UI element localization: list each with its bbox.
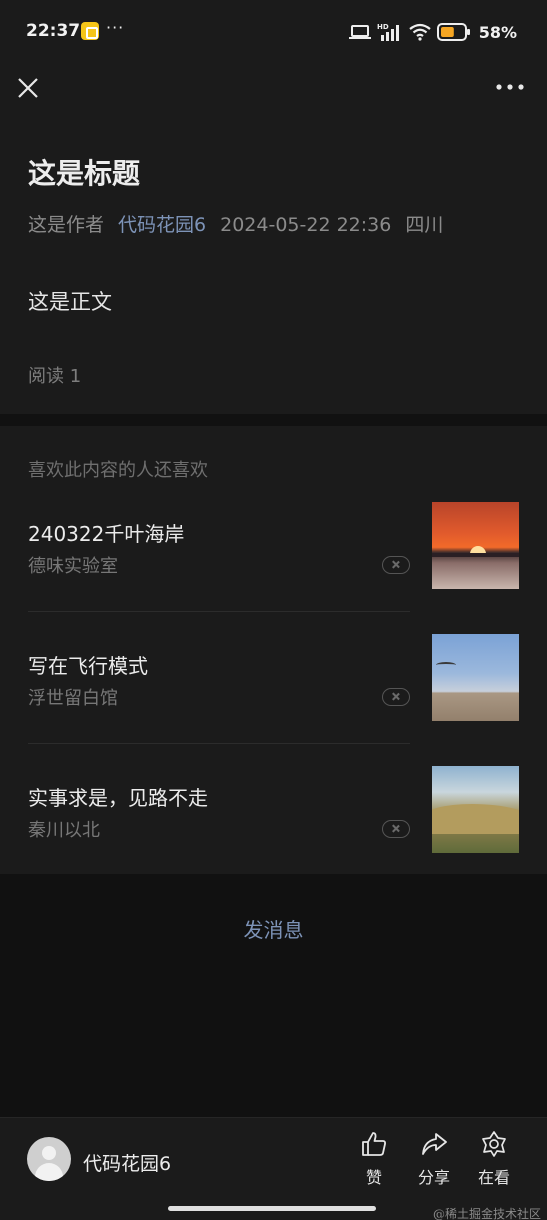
avatar[interactable] [27,1137,71,1181]
bottom-author-name[interactable]: 代码花园6 [83,1149,171,1176]
thumbs-up-icon [362,1132,386,1156]
watermark: @稀土掘金技术社区 [432,1207,541,1220]
svg-text:HD: HD [377,23,389,31]
land-shape [432,553,519,557]
recommendation-title: 写在飞行模式 [28,654,148,678]
home-indicator[interactable] [168,1206,376,1211]
article-meta: 这是作者 代码花园6 2024-05-22 22:36 四川 [28,210,443,237]
recommendation-item[interactable]: 写在飞行模式 浮世留白馆 [28,634,519,766]
share-icon [422,1133,447,1155]
account-name-link[interactable]: 代码花园6 [118,214,206,236]
notification-app-icon [81,22,99,40]
article-panel: 这是标题 这是作者 代码花园6 2024-05-22 22:36 四川 这是正文 阅读… [0,64,547,414]
recommendations-heading: 喜欢此内容的人还喜欢 [28,460,208,481]
status-more-indicator: ··· [106,18,125,37]
like-button[interactable]: 赞 [352,1130,396,1188]
recommendations-panel: 喜欢此内容的人还喜欢 240322千叶海岸 德味实验室 写在飞行模式 浮世留白馆… [0,426,547,874]
close-icon[interactable] [14,74,42,102]
divider [28,611,410,612]
read-count: 阅读 1 [28,366,82,387]
status-icons: HD 58% [348,20,517,44]
bird-shape [436,662,456,668]
article-author: 这是作者 [28,214,105,236]
article-title: 这是标题 [28,157,141,190]
more-options-icon[interactable] [495,76,525,98]
publish-region: 四川 [405,214,444,236]
recommendation-title: 240322千叶海岸 [28,522,185,546]
recommendation-title: 实事求是，见路不走 [28,786,208,810]
share-button[interactable]: 分享 [412,1130,456,1188]
bottom-bar: 代码花园6 赞 分享 在看 @稀土掘金技术社区 [0,1117,547,1220]
recommendation-thumbnail [432,634,519,721]
recommendation-item[interactable]: 实事求是，见路不走 秦川以北 [28,766,519,898]
dismiss-icon[interactable] [382,556,410,574]
share-label: 分享 [417,1168,450,1187]
publish-date: 2024-05-22 22:36 [220,214,392,236]
laptop-icon [348,25,371,39]
dismiss-icon[interactable] [382,820,410,838]
divider [28,743,410,744]
battery-icon [436,23,470,41]
recommendation-source: 浮世留白馆 [28,688,118,709]
status-time: 22:37 [26,21,81,41]
battery-percent: 58% [478,22,517,42]
like-label: 赞 [365,1168,382,1187]
hd-signal-icon: HD [377,23,399,41]
wifi-icon [409,23,431,41]
dismiss-icon[interactable] [382,688,410,706]
recommendation-source: 德味实验室 [28,556,118,577]
recommendation-item[interactable]: 240322千叶海岸 德味实验室 [28,502,519,634]
wow-label: 在看 [477,1168,510,1187]
wow-button[interactable]: 在看 [472,1130,516,1188]
wow-icon [482,1131,506,1157]
recommendation-source: 秦川以北 [28,820,100,841]
hill-shape [432,804,519,834]
recommendation-thumbnail [432,766,519,853]
article-body: 这是正文 [28,290,112,314]
send-message-button[interactable]: 发消息 [0,914,547,943]
recommendation-thumbnail [432,502,519,589]
status-bar: 22:37 ··· HD 58% [0,0,547,64]
